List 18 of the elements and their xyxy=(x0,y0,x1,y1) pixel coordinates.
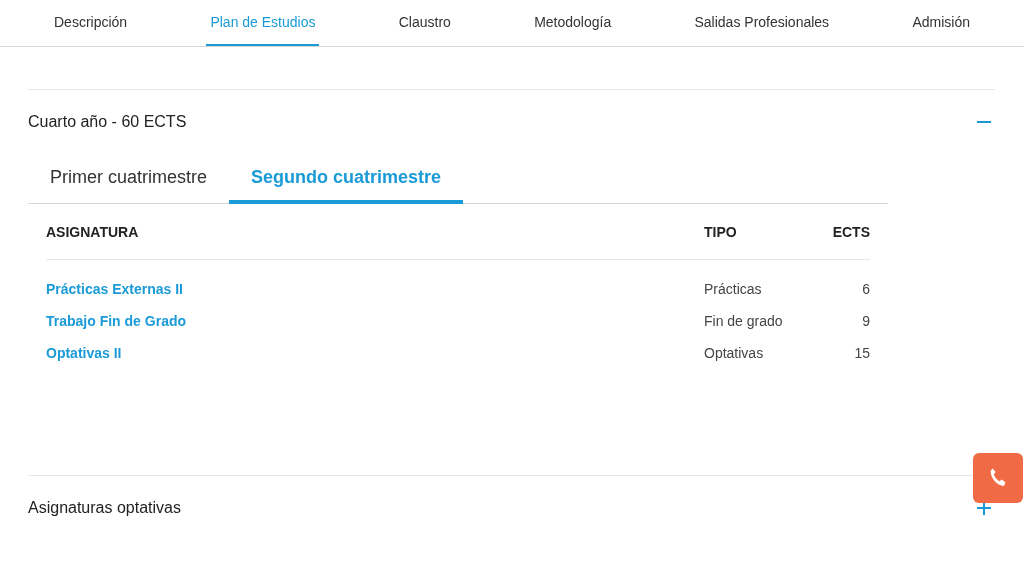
column-header: ASIGNATURA xyxy=(46,223,140,242)
column-header: ECTS xyxy=(831,223,870,242)
table-cell-text: Prácticas xyxy=(704,279,763,299)
column-header: TIPO xyxy=(704,223,738,242)
nav-tab[interactable]: Admisión xyxy=(908,0,974,46)
table-cell-text: 6 xyxy=(861,279,870,299)
table-cell-text: Fin de grado xyxy=(704,311,784,331)
nav-tab[interactable]: Salidas Profesionales xyxy=(690,0,834,46)
nav-tab[interactable]: Metodología xyxy=(530,0,616,46)
table-cell-text: Optativas xyxy=(704,343,765,363)
section-title: Cuarto año - 60 ECTS xyxy=(28,112,187,132)
nav-tab[interactable]: Descripción xyxy=(50,0,132,46)
table-cell-text: 9 xyxy=(861,311,870,331)
semester-tab[interactable]: Primer cuatrimestre xyxy=(28,154,230,204)
section-title: Asignaturas optativas xyxy=(28,498,181,518)
phone-button[interactable] xyxy=(973,453,1023,503)
table-cell-text: 15 xyxy=(853,343,870,363)
nav-tab[interactable]: Claustro xyxy=(394,0,455,46)
